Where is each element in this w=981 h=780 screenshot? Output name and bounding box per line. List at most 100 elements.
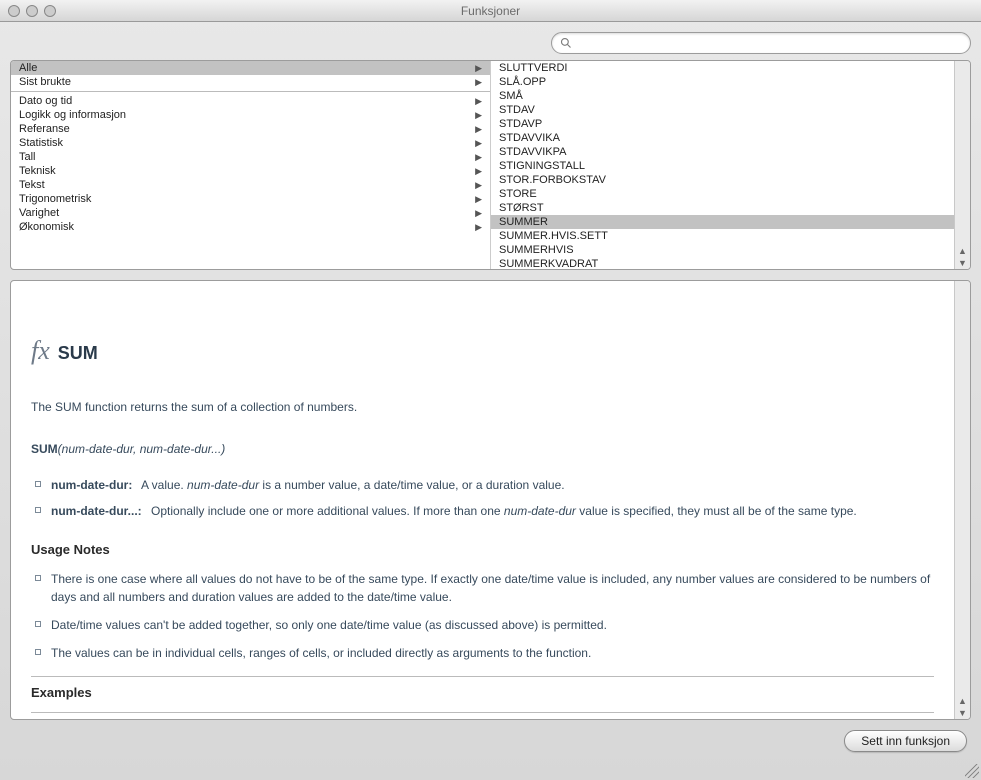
minimize-window-button[interactable]: [26, 5, 38, 17]
signature-args: (num-date-dur, num-date-dur...): [58, 442, 226, 456]
function-label: STDAVP: [499, 118, 542, 130]
category-item[interactable]: Tall▶: [11, 150, 490, 164]
function-title: SUM: [58, 340, 98, 367]
function-scrollbar[interactable]: ▲ ▼: [954, 61, 970, 269]
category-pane: Alle ▶ Sist brukte ▶ Dato og tid ▶ Logikk…: [11, 61, 491, 269]
detail-scrollbar[interactable]: ▲ ▼: [954, 281, 970, 719]
resize-grip[interactable]: [965, 764, 979, 778]
function-label: SUMMER.HVIS.SETT: [499, 230, 608, 242]
chevron-right-icon: ▶: [475, 194, 482, 205]
parameter-text: A value. num-date-dur is a number value,…: [141, 478, 565, 492]
parameter-name: num-date-dur:: [51, 478, 132, 492]
function-item[interactable]: STIGNINGSTALL: [491, 159, 954, 173]
chevron-right-icon: ▶: [475, 166, 482, 177]
function-item[interactable]: SUMMERKVADRAT: [491, 257, 954, 269]
function-browser: Alle ▶ Sist brukte ▶ Dato og tid ▶ Logikk…: [10, 60, 971, 270]
chevron-right-icon: ▶: [475, 110, 482, 121]
category-item[interactable]: Referanse ▶: [11, 122, 490, 136]
category-item[interactable]: Trigonometrisk ▶: [11, 192, 490, 206]
chevron-right-icon: ▶: [475, 152, 482, 163]
category-label: Referanse: [19, 123, 70, 135]
category-item[interactable]: Statistisk ▶: [11, 136, 490, 150]
bullet-icon: [35, 507, 41, 513]
function-label: SUMMERKVADRAT: [499, 258, 598, 269]
function-label: STDAVVIKA: [499, 132, 560, 144]
category-item[interactable]: Teknisk ▶: [11, 164, 490, 178]
category-item[interactable]: Logikk og informasjon ▶: [11, 108, 490, 122]
function-label: SLÅ.OPP: [499, 76, 546, 88]
titlebar: Funksjoner: [0, 0, 981, 22]
function-description: The SUM function returns the sum of a co…: [31, 398, 934, 416]
examples-heading: Examples: [31, 683, 934, 703]
function-item[interactable]: SMÅ: [491, 89, 954, 103]
bullet-icon: [35, 649, 41, 655]
scroll-down-icon[interactable]: ▼: [958, 707, 967, 719]
signature-name: SUM: [31, 442, 58, 456]
divider: [11, 91, 490, 92]
function-item[interactable]: STDAVVIKPA: [491, 145, 954, 159]
category-label: Varighet: [19, 207, 59, 219]
category-item[interactable]: Tekst ▶: [11, 178, 490, 192]
category-item[interactable]: Alle ▶: [11, 61, 490, 75]
category-label: Dato og tid: [19, 95, 72, 107]
search-input[interactable]: [576, 36, 962, 50]
function-label: STDAVVIKPA: [499, 146, 566, 158]
category-label: Økonomisk: [19, 221, 74, 233]
category-item[interactable]: Sist brukte ▶: [11, 75, 490, 89]
usage-notes-list: There is one case where all values do no…: [31, 570, 934, 662]
chevron-right-icon: ▶: [475, 96, 482, 107]
function-label: STORE: [499, 188, 537, 200]
category-item[interactable]: Økonomisk ▶: [11, 220, 490, 234]
function-item[interactable]: SLUTTVERDI: [491, 61, 954, 75]
category-item[interactable]: Dato og tid ▶: [11, 94, 490, 108]
function-item[interactable]: SLÅ.OPP: [491, 75, 954, 89]
note-text: Date/time values can't be added together…: [51, 616, 607, 634]
scroll-up-icon[interactable]: ▲: [958, 695, 967, 707]
category-label: Statistisk: [19, 137, 63, 149]
close-window-button[interactable]: [8, 5, 20, 17]
function-item[interactable]: SUMMER.HVIS.SETT: [491, 229, 954, 243]
function-item[interactable]: STDAV: [491, 103, 954, 117]
chevron-right-icon: ▶: [475, 138, 482, 149]
function-item[interactable]: SUMMER: [491, 215, 954, 229]
fx-icon: fx: [31, 331, 50, 370]
chevron-right-icon: ▶: [475, 222, 482, 233]
category-label: Trigonometrisk: [19, 193, 91, 205]
bullet-icon: [35, 621, 41, 627]
usage-note: There is one case where all values do no…: [31, 570, 934, 606]
bullet-icon: [35, 575, 41, 581]
function-label: SLUTTVERDI: [499, 62, 567, 74]
scroll-down-icon[interactable]: ▼: [958, 257, 967, 269]
category-label: Teknisk: [19, 165, 56, 177]
function-pane: SLUTTVERDI SLÅ.OPP SMÅ STDAV STDAVP STDA…: [491, 61, 970, 269]
search-box[interactable]: [551, 32, 971, 54]
function-signature: SUM(num-date-dur, num-date-dur...): [31, 440, 934, 458]
category-label: Alle: [19, 62, 37, 74]
category-label: Logikk og informasjon: [19, 109, 126, 121]
category-label: Tekst: [19, 179, 45, 191]
function-item[interactable]: STDAVP: [491, 117, 954, 131]
function-item[interactable]: SUMMERHVIS: [491, 243, 954, 257]
window-title: Funksjoner: [0, 4, 981, 18]
insert-function-button[interactable]: Sett inn funksjon: [844, 730, 967, 752]
chevron-right-icon: ▶: [475, 208, 482, 219]
parameter-name: num-date-dur...:: [51, 504, 142, 518]
function-item[interactable]: STØRST: [491, 201, 954, 215]
zoom-window-button[interactable]: [44, 5, 56, 17]
function-label: SUMMER: [499, 216, 548, 228]
category-label: Sist brukte: [19, 76, 71, 88]
usage-notes-heading: Usage Notes: [31, 540, 934, 560]
search-icon: [560, 37, 572, 49]
usage-note: Date/time values can't be added together…: [31, 616, 934, 634]
parameter-item: num-date-dur...: Optionally include one …: [31, 502, 934, 520]
chevron-right-icon: ▶: [475, 124, 482, 135]
chevron-right-icon: ▶: [475, 180, 482, 191]
scroll-up-icon[interactable]: ▲: [958, 245, 967, 257]
divider: [31, 712, 934, 713]
example-text: =SUM(A1:A4) adds the numbers in four cel…: [31, 717, 934, 719]
category-item[interactable]: Varighet ▶: [11, 206, 490, 220]
function-item[interactable]: STDAVVIKA: [491, 131, 954, 145]
function-item[interactable]: STORE: [491, 187, 954, 201]
function-item[interactable]: STOR.FORBOKSTAV: [491, 173, 954, 187]
parameter-item: num-date-dur: A value. num-date-dur is a…: [31, 476, 934, 494]
